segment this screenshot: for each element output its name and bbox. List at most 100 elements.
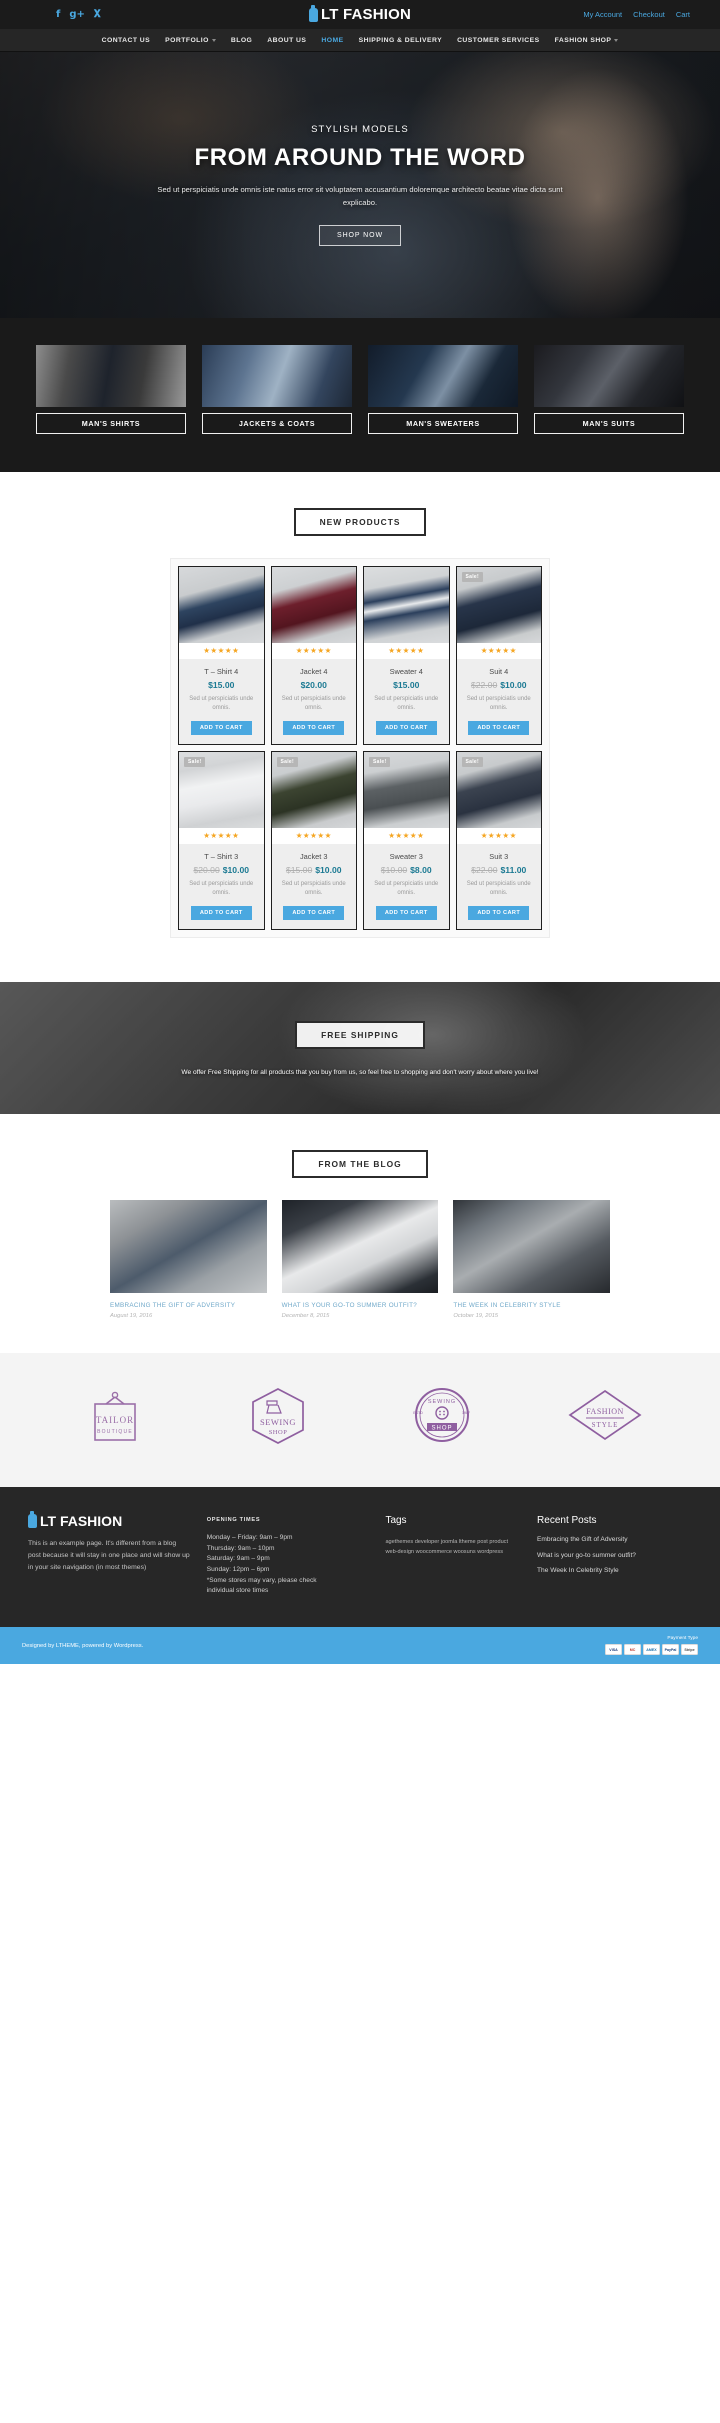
blog-card[interactable]: EMBRACING THE GIFT OF ADVERSITY August 19… bbox=[110, 1200, 267, 1319]
twitter-icon[interactable]: 𝐗 bbox=[94, 9, 101, 20]
brand-logo-tailor-boutique[interactable]: TAILOR BOUTIQUE bbox=[60, 1383, 170, 1453]
add-to-cart-button[interactable]: ADD TO CART bbox=[468, 721, 530, 735]
free-shipping-text: We offer Free Shipping for all products … bbox=[181, 1068, 539, 1076]
category-card[interactable]: JACKETS & COATS bbox=[202, 345, 352, 434]
product-card[interactable]: ★★★★★ Jacket 4 $20.00 Sed ut perspiciatis u… bbox=[270, 566, 357, 745]
product-old-price: $22.00 bbox=[470, 680, 498, 690]
category-image bbox=[368, 345, 518, 407]
product-card[interactable]: ★★★★★ Sweater 4 $15.00 Sed ut perspiciatis … bbox=[363, 566, 450, 745]
nav-item-label: CUSTOMER SERVICES bbox=[457, 36, 540, 44]
sale-badge: Sale! bbox=[369, 757, 391, 767]
blog-image[interactable] bbox=[281, 1200, 439, 1293]
product-card[interactable]: Sale! ★★★★★ T – Shirt 3 $20.00 $10.00 Sed ut … bbox=[178, 751, 265, 930]
add-to-cart-button[interactable]: ADD TO CART bbox=[283, 721, 345, 735]
product-card[interactable]: Sale! ★★★★★ Sweater 3 $10.00 $8.00 Sed ut per… bbox=[363, 751, 450, 930]
nav-item-fashion-shop[interactable]: FASHION SHOP bbox=[555, 37, 619, 44]
checkout-link[interactable]: Checkout bbox=[633, 10, 665, 19]
category-label[interactable]: MAN'S SUITS bbox=[534, 413, 684, 434]
add-to-cart-button[interactable]: ADD TO CART bbox=[468, 906, 530, 920]
nav-item-home[interactable]: HOME bbox=[321, 37, 343, 44]
product-description: Sed ut perspiciatis unde omnis. bbox=[281, 696, 346, 711]
tag-link[interactable]: joomla bbox=[441, 1539, 457, 1545]
nav-item-portfolio[interactable]: PORTFOLIO bbox=[165, 37, 216, 44]
product-image[interactable]: Sale! bbox=[179, 752, 264, 828]
shop-now-button[interactable]: SHOP NOW bbox=[319, 224, 401, 246]
product-rating-stars: ★★★★★ bbox=[364, 828, 449, 844]
product-price: $20.00 $10.00 bbox=[193, 865, 249, 875]
cart-link[interactable]: Cart bbox=[676, 10, 690, 19]
footer-logo[interactable]: LT FASHION bbox=[28, 1511, 191, 1529]
recent-post-link[interactable]: Embracing the Gift of Adversity bbox=[537, 1536, 692, 1544]
product-name[interactable]: Sweater 3 bbox=[390, 852, 423, 861]
product-card[interactable]: Sale! ★★★★★ Suit 4 $22.00 $10.00 Sed ut persp… bbox=[455, 566, 542, 745]
brand-logo-sewing-shop-circle[interactable]: SEWING SHOP ESTD 1987 bbox=[387, 1383, 497, 1453]
product-rating-stars: ★★★★★ bbox=[364, 643, 449, 659]
category-label[interactable]: JACKETS & COATS bbox=[202, 413, 352, 434]
product-card[interactable]: ★★★★★ T – Shirt 4 $15.00 Sed ut perspiciati… bbox=[178, 566, 265, 745]
nav-item-blog[interactable]: BLOG bbox=[231, 37, 252, 44]
opening-time-line: Thursday: 9am – 10pm bbox=[206, 1544, 275, 1552]
tag-link[interactable]: post bbox=[477, 1539, 488, 1545]
product-name[interactable]: Jacket 4 bbox=[300, 667, 328, 676]
category-label[interactable]: MAN'S SHIRTS bbox=[36, 413, 186, 434]
add-to-cart-button[interactable]: ADD TO CART bbox=[190, 906, 252, 920]
category-card[interactable]: MAN'S SWEATERS bbox=[368, 345, 518, 434]
nav-item-customer-services[interactable]: CUSTOMER SERVICES bbox=[457, 37, 540, 44]
blog-title[interactable]: THE WEEK IN CELEBRITY STYLE bbox=[453, 1302, 610, 1309]
brand-logos-row: TAILOR BOUTIQUE SEWING SHOP SEWING SHOP … bbox=[60, 1383, 660, 1453]
blog-image[interactable] bbox=[110, 1200, 267, 1293]
tag-link[interactable]: agethemes bbox=[385, 1539, 413, 1545]
tag-link[interactable]: ltheme bbox=[459, 1539, 476, 1545]
my-account-link[interactable]: My Account bbox=[583, 10, 622, 19]
tag-link[interactable]: developer bbox=[415, 1539, 440, 1545]
brand-logo-fashion-style[interactable]: FASHION STYLE bbox=[550, 1383, 660, 1453]
hero-title: FROM AROUND THE WORD bbox=[194, 144, 526, 172]
add-to-cart-button[interactable]: ADD TO CART bbox=[375, 906, 437, 920]
blog-card[interactable]: WHAT IS YOUR GO-TO SUMMER OUTFIT? Decembe… bbox=[281, 1200, 439, 1319]
product-name[interactable]: T – Shirt 4 bbox=[204, 667, 238, 676]
product-name[interactable]: T – Shirt 3 bbox=[204, 852, 238, 861]
recent-post-link[interactable]: What is your go-to summer outfit? bbox=[537, 1552, 692, 1560]
product-card[interactable]: Sale! ★★★★★ Jacket 3 $15.00 $10.00 Sed ut per… bbox=[270, 751, 357, 930]
tag-link[interactable]: product bbox=[489, 1539, 508, 1545]
product-name[interactable]: Suit 4 bbox=[489, 667, 508, 676]
add-to-cart-button[interactable]: ADD TO CART bbox=[190, 721, 252, 735]
product-name[interactable]: Jacket 3 bbox=[300, 852, 328, 861]
nav-item-contact-us[interactable]: CONTACT US bbox=[102, 37, 151, 44]
blog-title[interactable]: WHAT IS YOUR GO-TO SUMMER OUTFIT? bbox=[282, 1302, 439, 1309]
recent-post-link[interactable]: The Week In Celebrity Style bbox=[537, 1568, 692, 1575]
add-to-cart-button[interactable]: ADD TO CART bbox=[375, 721, 437, 735]
product-image[interactable]: Sale! bbox=[456, 567, 541, 643]
tag-link[interactable]: wordpress bbox=[477, 1549, 503, 1555]
nav-item-label: FASHION SHOP bbox=[554, 36, 612, 44]
product-image[interactable] bbox=[179, 567, 264, 643]
category-card[interactable]: MAN'S SUITS bbox=[534, 345, 684, 434]
product-image[interactable]: Sale! bbox=[271, 752, 356, 828]
hero-description: Sed ut perspiciatis unde omnis iste natu… bbox=[157, 185, 563, 207]
add-to-cart-button[interactable]: ADD TO CART bbox=[283, 906, 345, 920]
product-image[interactable] bbox=[271, 567, 356, 643]
brand-logo-sewing-shop-hex[interactable]: SEWING SHOP bbox=[223, 1383, 333, 1453]
blog-card[interactable]: THE WEEK IN CELEBRITY STYLE October 19, 2… bbox=[453, 1200, 611, 1319]
payment-card-icon: MC bbox=[624, 1644, 641, 1656]
chevron-down-icon bbox=[211, 38, 216, 42]
tag-link[interactable]: woocommerce bbox=[416, 1549, 452, 1555]
tag-link[interactable]: woosuns bbox=[454, 1549, 476, 1555]
blog-image[interactable] bbox=[453, 1200, 611, 1293]
product-current-price: $10.00 bbox=[222, 865, 250, 875]
google-plus-icon[interactable]: g+ bbox=[69, 9, 85, 20]
facebook-icon[interactable]: f bbox=[56, 9, 60, 20]
product-name[interactable]: Sweater 4 bbox=[390, 667, 423, 676]
product-image[interactable]: Sale! bbox=[456, 752, 541, 828]
product-image[interactable] bbox=[364, 567, 449, 643]
product-name[interactable]: Suit 3 bbox=[489, 852, 508, 861]
tag-link[interactable]: web-design bbox=[385, 1549, 414, 1555]
category-label[interactable]: MAN'S SWEATERS bbox=[368, 413, 518, 434]
nav-item-shipping-delivery[interactable]: SHIPPING & DELIVERY bbox=[359, 37, 442, 44]
blog-title[interactable]: EMBRACING THE GIFT OF ADVERSITY bbox=[110, 1302, 267, 1309]
product-current-price: $20.00 bbox=[300, 680, 327, 690]
product-image[interactable]: Sale! bbox=[364, 752, 449, 828]
product-card[interactable]: Sale! ★★★★★ Suit 3 $22.00 $11.00 Sed ut persp… bbox=[455, 751, 542, 930]
category-card[interactable]: MAN'S SHIRTS bbox=[36, 345, 186, 434]
nav-item-about-us[interactable]: ABOUT US bbox=[267, 37, 306, 44]
